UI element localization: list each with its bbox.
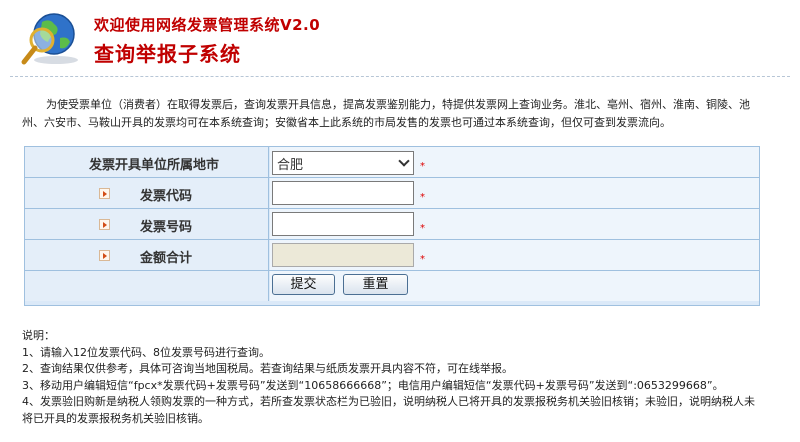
required-mark: * bbox=[420, 161, 425, 172]
form-control-cell: * bbox=[270, 209, 759, 239]
submit-button[interactable]: 提交 bbox=[272, 274, 335, 295]
form-control-cell: * bbox=[270, 240, 759, 270]
city-label: 发票开具单位所属地市 bbox=[89, 158, 220, 173]
header-divider bbox=[10, 76, 790, 77]
form-label-cell: 发票代码 bbox=[25, 178, 269, 208]
query-form: 发票开具单位所属地市 合肥 * 发票代码 * 发票号码 * 金额合计 * 提交 … bbox=[24, 146, 760, 306]
note-item: 3、移动用户编辑短信“fpcx*发票代码+发票号码”发送到“1065866666… bbox=[22, 378, 724, 392]
note-item: 1、请输入12位发票代码、8位发票号码进行查询。 bbox=[22, 345, 270, 359]
form-control-cell: * bbox=[270, 178, 759, 208]
reset-button[interactable]: 重置 bbox=[343, 274, 408, 295]
amount-total-input bbox=[272, 243, 414, 267]
globe-magnifier-logo-icon bbox=[21, 13, 78, 65]
form-control-cell: 合肥 * bbox=[270, 147, 759, 177]
invoice-number-input[interactable] bbox=[272, 212, 414, 236]
code-label: 发票代码 bbox=[140, 189, 193, 204]
number-label: 发票号码 bbox=[140, 220, 193, 235]
header: 欢迎使用网络发票管理系统V2.0 查询举报子系统 bbox=[0, 0, 800, 74]
city-select-value: 合肥 bbox=[277, 158, 304, 173]
note-item: 4、发票验旧购新是纳税人领购发票的一种方式，若所查发票状态栏为已验旧，说明纳税人… bbox=[22, 395, 755, 425]
chevron-down-icon bbox=[398, 155, 410, 167]
form-row-city: 发票开具单位所属地市 合肥 * bbox=[25, 147, 759, 178]
arrow-bullet-icon bbox=[99, 188, 110, 199]
form-row-code: 发票代码 * bbox=[25, 178, 759, 209]
invoice-code-input[interactable] bbox=[272, 181, 414, 205]
notes-section: 说明： 1、请输入12位发票代码、8位发票号码进行查询。 2、查询结果仅供参考，… bbox=[22, 328, 762, 427]
notes-title: 说明： bbox=[22, 329, 55, 342]
city-select[interactable]: 合肥 bbox=[272, 151, 414, 175]
arrow-bullet-icon bbox=[99, 219, 110, 230]
required-mark: * bbox=[420, 254, 425, 265]
form-label-cell: 发票号码 bbox=[25, 209, 269, 239]
required-mark: * bbox=[420, 223, 425, 234]
app-subtitle: 查询举报子系统 bbox=[94, 42, 241, 66]
intro-text: 为使受票单位（消费者）在取得发票后，查询发票开具信息，提高发票鉴别能力，特提供发… bbox=[22, 98, 750, 129]
arrow-bullet-icon bbox=[99, 250, 110, 261]
form-row-buttons: 提交 重置 bbox=[25, 271, 759, 302]
app-title: 欢迎使用网络发票管理系统V2.0 bbox=[94, 16, 321, 34]
form-row-amount: 金额合计 * bbox=[25, 240, 759, 271]
form-label-cell: 发票开具单位所属地市 bbox=[25, 147, 269, 177]
note-item: 2、查询结果仅供参考，具体可咨询当地国税局。若查询结果与纸质发票开具内容不符，可… bbox=[22, 362, 513, 375]
amount-label: 金额合计 bbox=[140, 251, 193, 266]
form-label-cell: 金额合计 bbox=[25, 240, 269, 270]
form-label-cell bbox=[25, 271, 269, 301]
form-control-cell: 提交 重置 bbox=[270, 271, 759, 301]
required-mark: * bbox=[420, 192, 425, 203]
form-row-number: 发票号码 * bbox=[25, 209, 759, 240]
